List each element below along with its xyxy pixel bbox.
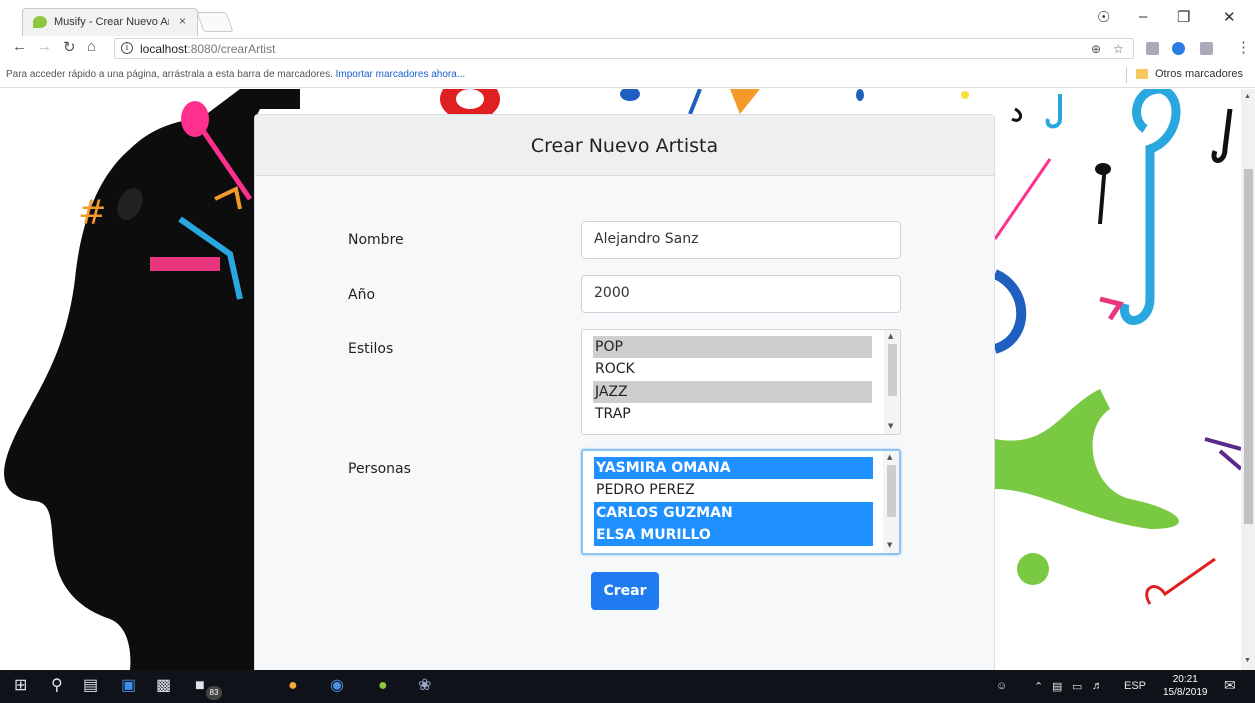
paint-icon[interactable]: ❀ xyxy=(418,678,431,694)
personas-label: Personas xyxy=(348,461,411,477)
browser-toolbar: ← → ↻ ⌂ i localhost:8080/crearArtist ⊕ ☆… xyxy=(0,36,1255,60)
system-clock[interactable]: 20:21 15/8/2019 xyxy=(1163,673,1208,699)
url-text: localhost:8080/crearArtist xyxy=(140,42,275,56)
clock-date: 15/8/2019 xyxy=(1163,687,1208,698)
folder-icon xyxy=(1136,69,1148,79)
site-info-icon[interactable]: i xyxy=(121,42,133,54)
notification-badge: 83 xyxy=(206,686,222,700)
chrome-icon[interactable]: ● xyxy=(288,678,298,694)
scroll-thumb[interactable] xyxy=(888,344,897,396)
anio-input[interactable]: 2000 xyxy=(581,275,901,313)
windows-start-icon[interactable]: ⊞ xyxy=(14,678,27,694)
close-window-button[interactable]: ✕ xyxy=(1223,8,1236,26)
estilos-multiselect[interactable]: POP ROCK JAZZ TRAP ▲ ▼ xyxy=(581,329,901,435)
nombre-label: Nombre xyxy=(348,232,404,248)
personas-scrollbar[interactable]: ▲ ▼ xyxy=(883,451,899,553)
back-arrow-icon[interactable]: ← xyxy=(12,38,27,55)
windows-taskbar: ⊞ ⚲ ▤ ▣ ▩ ■ 83 ● ◉ ● ❀ ☺ ⌃ ▤ ▭ ♬ ESP 20:… xyxy=(0,670,1255,703)
menu-kebab-icon[interactable]: ⋮ xyxy=(1236,38,1251,56)
notifications-icon[interactable]: ✉ xyxy=(1224,677,1236,694)
home-icon[interactable]: ⌂ xyxy=(87,38,96,55)
bookmarks-hint-text: Para acceder rápido a una página, arrást… xyxy=(6,69,333,80)
language-indicator[interactable]: ESP xyxy=(1124,680,1146,692)
tab-close-icon[interactable]: × xyxy=(179,14,186,28)
network-icon[interactable]: ▤ xyxy=(1052,680,1062,693)
scroll-up-arrow-icon[interactable]: ▲ xyxy=(888,332,893,340)
estilos-option[interactable]: TRAP xyxy=(593,403,872,425)
files-app-icon[interactable]: ■ xyxy=(195,678,205,694)
url-path: :8080/crearArtist xyxy=(187,42,276,56)
page-viewport: # Crear Nuevo Artista Nombre Alejandro S… xyxy=(0,89,1241,670)
extension-icon[interactable] xyxy=(1146,42,1159,55)
address-bar[interactable]: i localhost:8080/crearArtist ⊕ ☆ xyxy=(114,38,1134,59)
page-title: Crear Nuevo Artista xyxy=(530,135,719,157)
minimize-button[interactable]: – xyxy=(1139,8,1147,25)
browser-tab[interactable]: Musify - Crear Nuevo Arti × xyxy=(22,8,198,36)
display-icon[interactable]: ▭ xyxy=(1072,680,1082,693)
task-view-icon[interactable]: ▤ xyxy=(83,678,98,694)
search-icon[interactable]: ⚲ xyxy=(51,678,63,694)
bookmarks-bar: Para acceder rápido a una página, arrást… xyxy=(0,62,1255,88)
scroll-down-arrow-icon[interactable]: ▼ xyxy=(887,541,892,549)
personas-option[interactable]: ELSA MURILLO xyxy=(594,524,873,546)
svg-text:#: # xyxy=(78,193,107,233)
page-scroll-thumb[interactable] xyxy=(1244,169,1253,524)
personas-option[interactable]: YASMIRA OMANA xyxy=(594,457,873,479)
extension-icon[interactable] xyxy=(1172,42,1185,55)
card-header: Crear Nuevo Artista xyxy=(255,115,994,176)
create-artist-card: Crear Nuevo Artista Nombre Alejandro San… xyxy=(254,114,995,670)
store-icon[interactable]: ▩ xyxy=(156,678,171,694)
musify-favicon-icon xyxy=(33,16,47,28)
tab-strip: Musify - Crear Nuevo Arti × ☉ – ❐ ✕ xyxy=(0,0,1255,36)
file-explorer-icon[interactable]: ▣ xyxy=(121,678,136,694)
estilos-option[interactable]: ROCK xyxy=(593,358,872,380)
forward-arrow-icon[interactable]: → xyxy=(37,38,52,55)
volume-icon[interactable]: ♬ xyxy=(1092,680,1103,692)
personas-option[interactable]: CARLOS GUZMAN xyxy=(594,502,873,524)
import-bookmarks-link[interactable]: Importar marcadores ahora... xyxy=(336,69,466,80)
restore-button[interactable]: ❐ xyxy=(1177,8,1190,26)
people-icon[interactable]: ☺ xyxy=(996,680,1007,692)
scroll-up-arrow-icon[interactable]: ▲ xyxy=(887,453,892,461)
crear-button[interactable]: Crear xyxy=(591,572,659,610)
personas-multiselect[interactable]: YASMIRA OMANA PEDRO PEREZ CARLOS GUZMAN … xyxy=(581,449,901,555)
scroll-down-arrow-icon[interactable]: ▼ xyxy=(888,422,893,430)
url-host: localhost xyxy=(140,42,188,56)
other-bookmarks[interactable]: Otros marcadores xyxy=(1155,68,1243,80)
estilos-option[interactable]: JAZZ xyxy=(593,381,872,403)
clock-time: 20:21 xyxy=(1172,674,1198,685)
scroll-up-arrow-icon[interactable]: ▲ xyxy=(1244,93,1251,100)
tab-title: Musify - Crear Nuevo Arti xyxy=(54,16,169,28)
estilos-scrollbar[interactable]: ▲ ▼ xyxy=(884,330,900,434)
reload-icon[interactable]: ↻ xyxy=(63,38,76,56)
nombre-input[interactable]: Alejandro Sanz xyxy=(581,221,901,259)
estilos-option[interactable]: POP xyxy=(593,336,872,358)
extension-icon[interactable] xyxy=(1200,42,1213,55)
bookmark-star-icon[interactable]: ☆ xyxy=(1113,42,1124,56)
profile-icon[interactable]: ☉ xyxy=(1097,8,1110,26)
scroll-down-arrow-icon[interactable]: ▼ xyxy=(1244,657,1251,664)
tray-chevron-icon[interactable]: ⌃ xyxy=(1034,680,1043,693)
spring-tool-icon[interactable]: ● xyxy=(378,678,388,694)
zoom-icon[interactable]: ⊕ xyxy=(1091,42,1101,56)
anio-label: Año xyxy=(348,287,376,303)
page-scrollbar[interactable]: ▲ ▼ xyxy=(1241,89,1255,670)
bookmarks-separator xyxy=(1126,67,1127,83)
estilos-label: Estilos xyxy=(348,341,394,357)
new-tab-button[interactable] xyxy=(196,12,234,32)
chrome-active-icon[interactable]: ◉ xyxy=(330,678,344,694)
scroll-thumb[interactable] xyxy=(887,465,896,517)
bookmarks-hint: Para acceder rápido a una página, arrást… xyxy=(6,69,465,80)
personas-option[interactable]: PEDRO PEREZ xyxy=(594,479,873,501)
